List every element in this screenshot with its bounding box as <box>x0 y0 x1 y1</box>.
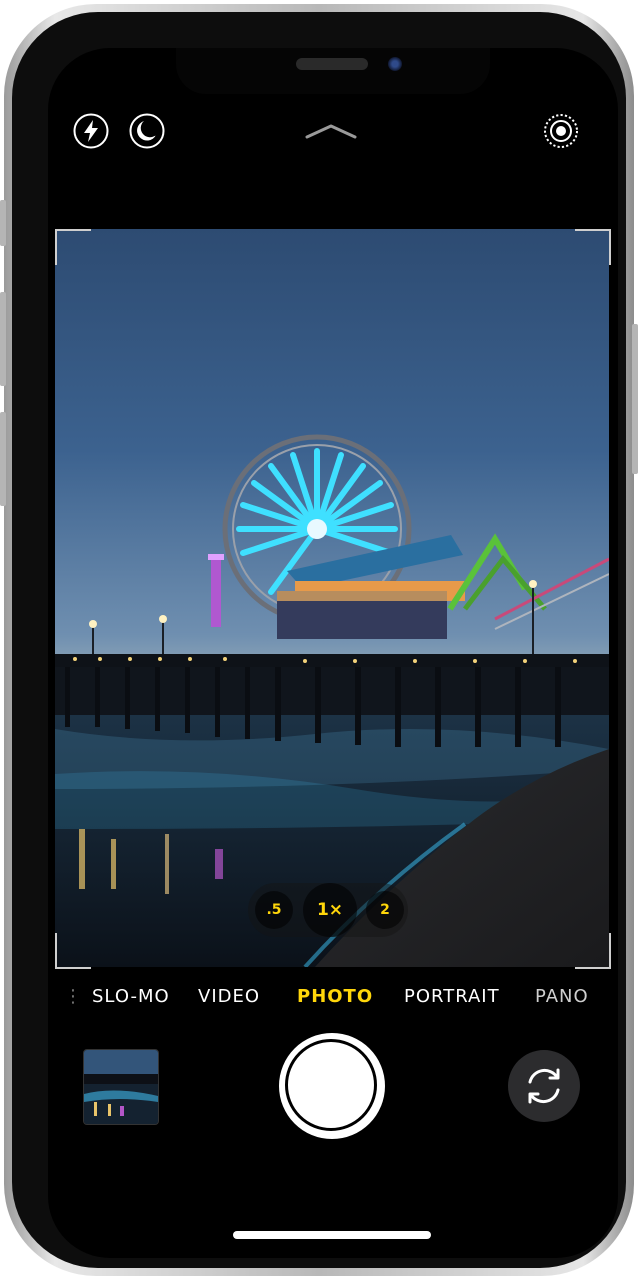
zoom-selector: .5 1× 2 <box>248 883 408 937</box>
phone-frame: .5 1× 2 ⋮ SLO-MO VIDEO PHOTO PORTRAIT PA… <box>0 4 638 1276</box>
home-indicator[interactable] <box>233 1231 431 1239</box>
zoom-1x-button[interactable]: 1× <box>303 883 357 937</box>
night-mode-icon <box>129 113 165 149</box>
camera-mode-selector: ⋮ SLO-MO VIDEO PHOTO PORTRAIT PANO <box>48 986 618 1014</box>
side-power-button <box>632 324 638 474</box>
volume-up-button <box>0 292 6 386</box>
last-photo-thumbnail[interactable] <box>83 1049 159 1125</box>
mode-slo-mo[interactable]: SLO-MO <box>92 986 170 1007</box>
mode-scroll-indicator: ⋮ <box>64 986 83 1007</box>
mode-video[interactable]: VIDEO <box>198 986 260 1007</box>
night-mode-button[interactable] <box>128 112 166 150</box>
earpiece-speaker <box>296 58 368 70</box>
flash-icon <box>73 113 109 149</box>
notch <box>176 48 490 94</box>
chevron-up-icon <box>305 124 357 139</box>
frame-corner-bottom-right <box>575 933 611 969</box>
switch-camera-button[interactable] <box>508 1050 580 1122</box>
viewfinder-scene <box>55 434 609 967</box>
frame-corner-top-left <box>55 229 91 265</box>
zoom-2x-button[interactable]: 2 <box>366 891 404 929</box>
live-photo-icon <box>544 114 578 148</box>
shutter-inner-ring <box>285 1039 377 1131</box>
volume-down-button <box>0 412 6 506</box>
camera-screen: .5 1× 2 ⋮ SLO-MO VIDEO PHOTO PORTRAIT PA… <box>48 48 618 1258</box>
frame-corner-bottom-left <box>55 933 91 969</box>
frame-corner-top-right <box>575 229 611 265</box>
live-photo-button[interactable] <box>542 112 580 150</box>
mode-portrait[interactable]: PORTRAIT <box>404 986 500 1007</box>
front-camera-lens <box>388 57 402 71</box>
mute-switch <box>0 200 6 246</box>
thumbnail-image <box>84 1050 158 1124</box>
mode-photo[interactable]: PHOTO <box>297 986 373 1007</box>
switch-camera-icon <box>528 1068 560 1104</box>
zoom-0-5x-button[interactable]: .5 <box>255 891 293 929</box>
shutter-button[interactable] <box>279 1033 385 1139</box>
flash-button[interactable] <box>72 112 110 150</box>
mode-pano[interactable]: PANO <box>535 986 589 1007</box>
phone-bezel: .5 1× 2 ⋮ SLO-MO VIDEO PHOTO PORTRAIT PA… <box>12 12 626 1268</box>
camera-controls-toggle[interactable] <box>304 120 358 142</box>
camera-viewfinder[interactable] <box>55 229 609 967</box>
